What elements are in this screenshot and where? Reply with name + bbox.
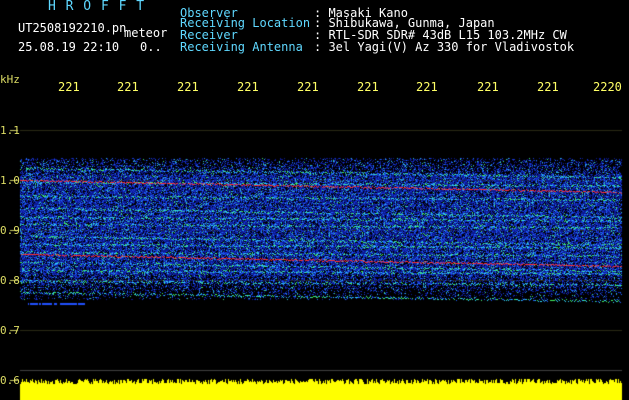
x-tick-label: 221 — [237, 80, 259, 94]
y-tick-label: 0.7 — [0, 324, 20, 337]
antenna-label: Receiving Antenna — [180, 40, 303, 54]
x-tick-label: 221 — [416, 80, 438, 94]
x-tick-label: 221 — [117, 80, 139, 94]
x-tick-label: 221 — [177, 80, 199, 94]
y-unit-label: kHz — [0, 73, 20, 86]
y-tick-label: 0.9 — [0, 224, 20, 237]
file-name: UT2508192210.pn — [18, 21, 127, 35]
antenna-value: : 3el Yagi(V) Az 330 for Vladivostok — [314, 40, 575, 54]
file-suffix: meteor — [124, 26, 168, 40]
counter: 0.. — [140, 40, 162, 54]
x-tick-label: 221 — [477, 80, 499, 94]
y-tick-label: 1.0 — [0, 174, 20, 187]
x-tick-label: 221 — [58, 80, 80, 94]
app-title: H R O F F T — [48, 0, 146, 14]
date-time: 25.08.19 22:10 — [18, 40, 120, 54]
spectrogram-canvas — [0, 0, 629, 400]
x-tick-label: 221 — [357, 80, 379, 94]
y-tick-label: 0.8 — [0, 274, 20, 287]
y-tick-label: 1.1 — [0, 124, 20, 137]
y-tick-label: 0.6 — [0, 374, 20, 387]
x-tick-label: 2220 — [593, 80, 622, 94]
x-tick-label: 221 — [297, 80, 319, 94]
x-tick-label: 221 — [537, 80, 559, 94]
